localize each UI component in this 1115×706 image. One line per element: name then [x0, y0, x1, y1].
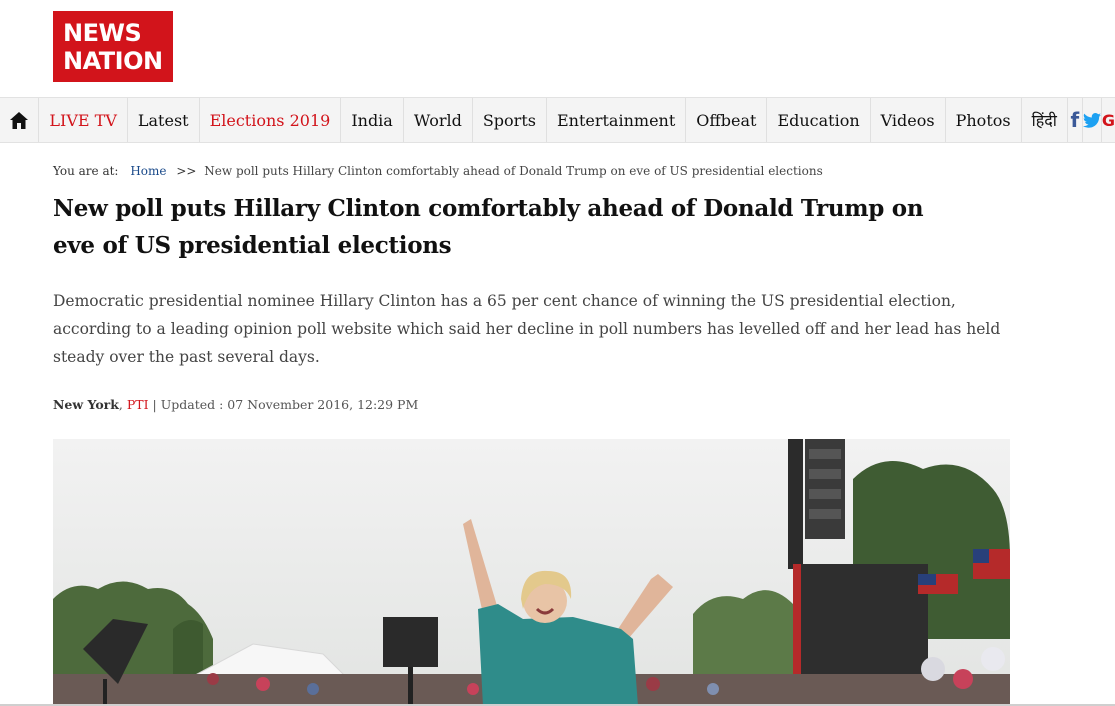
- google-plus-icon[interactable]: G: [1102, 98, 1115, 142]
- article-summary: Democratic presidential nominee Hillary …: [53, 292, 1001, 366]
- logo-line-1: NEWS: [63, 18, 142, 47]
- breadcrumb-home-link[interactable]: Home: [130, 164, 166, 178]
- article-title: New poll puts Hillary Clinton comfortabl…: [53, 195, 924, 259]
- nav-item-photos[interactable]: Photos: [946, 98, 1022, 142]
- breadcrumb: You are at: Home >> New poll puts Hillar…: [53, 164, 823, 178]
- nav-item-offbeat[interactable]: Offbeat: [686, 98, 768, 142]
- article-byline: New York, PTI | Updated : 07 November 20…: [53, 397, 419, 412]
- main-nav: LIVE TV Latest Elections 2019 India Worl…: [0, 97, 1115, 143]
- nav-item-elections-2019[interactable]: Elections 2019: [200, 98, 342, 142]
- nav-item-entertainment[interactable]: Entertainment: [547, 98, 687, 142]
- nav-item-sports[interactable]: Sports: [473, 98, 547, 142]
- breadcrumb-current: New poll puts Hillary Clinton comfortabl…: [204, 164, 823, 178]
- twitter-link[interactable]: [1082, 98, 1102, 142]
- byline-location: New York: [53, 397, 119, 412]
- nav-item-videos[interactable]: Videos: [871, 98, 946, 142]
- home-icon: [10, 111, 29, 129]
- site-header: NEWS NATION: [0, 0, 1115, 97]
- nav-item-world[interactable]: World: [404, 98, 473, 142]
- hero-image: [53, 439, 1010, 706]
- byline-source[interactable]: PTI: [127, 397, 149, 412]
- breadcrumb-prefix: You are at:: [53, 164, 119, 178]
- breadcrumb-separator: >>: [176, 164, 197, 178]
- twitter-icon: [1082, 112, 1101, 128]
- nav-item-education[interactable]: Education: [767, 98, 871, 142]
- nav-item-live-tv[interactable]: LIVE TV: [39, 98, 128, 142]
- nav-home[interactable]: [0, 98, 40, 142]
- nav-item-latest[interactable]: Latest: [128, 98, 200, 142]
- rally-photo: [53, 439, 1010, 706]
- logo-line-2: NATION: [63, 46, 163, 75]
- facebook-icon[interactable]: f: [1068, 98, 1083, 142]
- nav-item-hindi[interactable]: हिंदी: [1022, 98, 1068, 142]
- news-nation-logo[interactable]: NEWS NATION: [53, 11, 173, 82]
- byline-updated: | Updated : 07 November 2016, 12:29 PM: [152, 397, 419, 412]
- nav-item-india[interactable]: India: [341, 98, 404, 142]
